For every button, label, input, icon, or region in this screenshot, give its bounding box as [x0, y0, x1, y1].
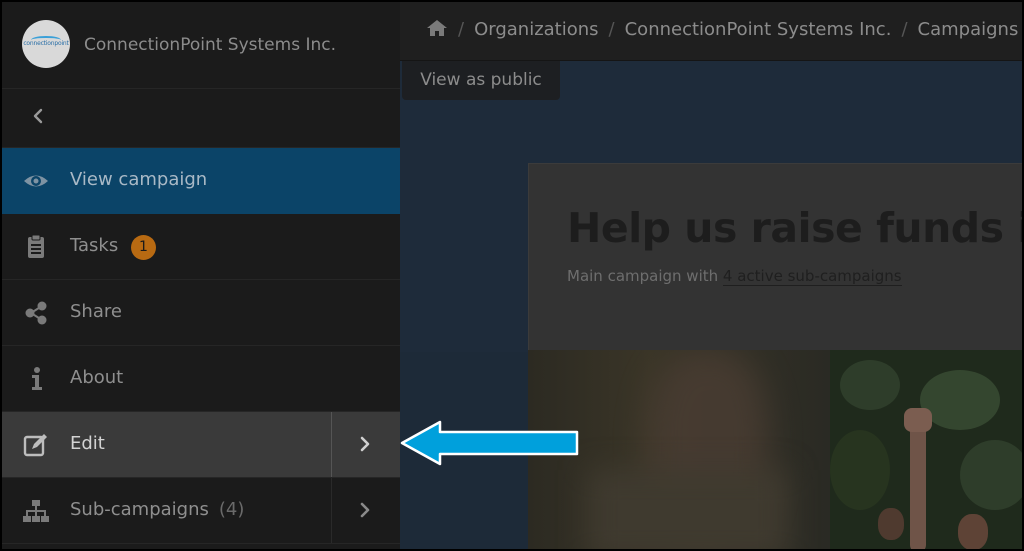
- tasks-count-badge: 1: [131, 235, 156, 260]
- home-icon[interactable]: [426, 19, 448, 37]
- sidebar-item-tasks[interactable]: Tasks 1: [2, 214, 400, 280]
- info-icon: [32, 367, 42, 390]
- sidebar-item-label: Sub-campaigns (4): [70, 499, 244, 520]
- logo-text: connectionpoint: [23, 40, 69, 47]
- sidebar-item-about[interactable]: About: [2, 346, 400, 412]
- campaign-subtitle-text: Main campaign with: [567, 267, 719, 285]
- app-window: connectionpoint ConnectionPoint Systems …: [0, 0, 1024, 551]
- sitemap-icon: [23, 500, 49, 522]
- sidebar: connectionpoint ConnectionPoint Systems …: [2, 2, 401, 549]
- sidebar-item-label: Tasks: [70, 235, 119, 256]
- campaign-subtitle: Main campaign with 4 active sub-campaign…: [567, 267, 902, 286]
- sub-campaigns-link[interactable]: 4 active sub-campaigns: [722, 267, 902, 286]
- breadcrumb-bar: / Organizations / ConnectionPoint Systems I…: [400, 2, 1022, 61]
- campaign-title: Help us raise funds in c: [567, 204, 1022, 252]
- clipboard-icon: [28, 234, 44, 258]
- chevron-left-icon: [33, 108, 43, 124]
- sidebar-item-label: About: [70, 367, 124, 388]
- main-content: / Organizations / ConnectionPoint Systems I…: [400, 2, 1022, 549]
- sidebar-item-sub-campaigns[interactable]: Sub-campaigns (4): [2, 478, 400, 544]
- share-icon: [25, 301, 47, 325]
- chevron-right-icon: [360, 436, 370, 452]
- edit-expand-button[interactable]: [331, 412, 400, 477]
- organization-header[interactable]: connectionpoint ConnectionPoint Systems …: [2, 2, 400, 89]
- sub-campaigns-expand-button[interactable]: [331, 478, 400, 543]
- edit-icon: [23, 434, 47, 457]
- chevron-right-icon: [360, 502, 370, 518]
- campaign-header-card: Help us raise funds in c Main campaign w…: [528, 163, 1022, 351]
- sidebar-item-share[interactable]: Share: [2, 280, 400, 346]
- view-as-public-button[interactable]: View as public: [402, 61, 560, 100]
- sidebar-item-view-campaign[interactable]: View campaign: [2, 148, 400, 214]
- organization-name: ConnectionPoint Systems Inc.: [84, 35, 336, 55]
- breadcrumb-campaigns[interactable]: Campaigns: [918, 19, 1019, 40]
- breadcrumb-organization[interactable]: ConnectionPoint Systems Inc.: [625, 19, 892, 40]
- sidebar-item-label: Share: [70, 301, 122, 322]
- sidebar-item-label: View campaign: [70, 169, 208, 190]
- breadcrumb: / Organizations / ConnectionPoint Systems I…: [426, 19, 1018, 40]
- sidebar-item-edit[interactable]: Edit: [2, 412, 400, 478]
- back-button[interactable]: [2, 88, 400, 148]
- breadcrumb-organizations[interactable]: Organizations: [474, 19, 598, 40]
- sidebar-item-label: Edit: [70, 433, 105, 454]
- annotation-arrow-icon: [400, 420, 579, 466]
- organization-logo: connectionpoint: [22, 20, 70, 68]
- campaign-photo: [528, 350, 1022, 549]
- sub-campaign-count: (4): [218, 499, 245, 520]
- sidebar-item-text: Sub-campaigns: [70, 499, 209, 520]
- eye-icon: [24, 175, 48, 187]
